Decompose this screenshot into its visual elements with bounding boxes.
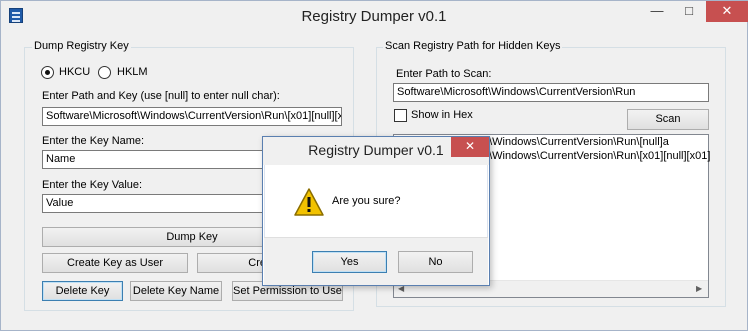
- scan-button[interactable]: Scan: [627, 109, 709, 130]
- radio-hkcu-label[interactable]: HKCU: [59, 66, 90, 78]
- create-key-as-user-button[interactable]: Create Key as User: [42, 253, 188, 273]
- dialog-message: Are you sure?: [332, 195, 401, 207]
- scan-group-label: Scan Registry Path for Hidden Keys: [383, 40, 563, 52]
- no-button[interactable]: No: [398, 251, 473, 273]
- radio-hklm[interactable]: [98, 66, 111, 79]
- delete-key-button[interactable]: Delete Key: [42, 281, 123, 301]
- scroll-right-icon[interactable]: ▶: [696, 284, 702, 293]
- dialog-close-button[interactable]: ✕: [451, 137, 489, 157]
- title-bar[interactable]: Registry Dumper v0.1 — □ ✕: [1, 1, 748, 31]
- delete-key-name-button[interactable]: Delete Key Name: [130, 281, 222, 301]
- window-title: Registry Dumper v0.1: [301, 8, 447, 25]
- path-input[interactable]: Software\Microsoft\Windows\CurrentVersio…: [42, 107, 342, 126]
- path-label: Enter Path and Key (use [null] to enter …: [42, 90, 280, 102]
- radio-hklm-label[interactable]: HKLM: [117, 66, 148, 78]
- show-in-hex-checkbox[interactable]: [394, 109, 407, 122]
- dump-group-label: Dump Registry Key: [32, 40, 131, 52]
- minimize-button[interactable]: —: [642, 1, 672, 22]
- keyvalue-label: Enter the Key Value:: [42, 179, 143, 191]
- dialog-title-bar[interactable]: Registry Dumper v0.1 ✕: [263, 137, 489, 165]
- confirm-dialog: Registry Dumper v0.1 ✕ Are you sure? Yes…: [262, 136, 490, 286]
- warning-icon: [293, 187, 325, 217]
- radio-hkcu[interactable]: [41, 66, 54, 79]
- keyname-label: Enter the Key Name:: [42, 135, 145, 147]
- yes-button[interactable]: Yes: [312, 251, 387, 273]
- dialog-footer: Yes No: [264, 237, 488, 285]
- close-button[interactable]: ✕: [706, 1, 748, 22]
- show-in-hex-label[interactable]: Show in Hex: [411, 109, 473, 121]
- dialog-body: Are you sure?: [264, 165, 488, 237]
- maximize-button[interactable]: □: [674, 1, 704, 22]
- scan-path-label: Enter Path to Scan:: [396, 68, 492, 80]
- scan-path-input[interactable]: Software\Microsoft\Windows\CurrentVersio…: [393, 83, 709, 102]
